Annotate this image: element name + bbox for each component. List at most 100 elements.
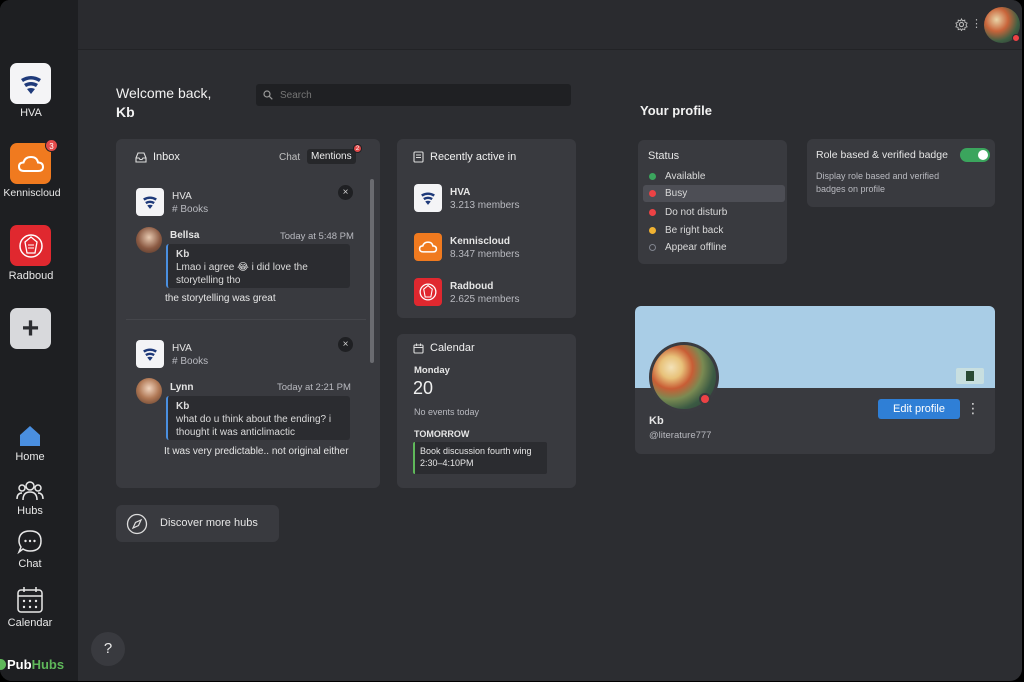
status-label: Available — [665, 171, 706, 182]
quoted-text: what do u think about the ending? i thou… — [176, 414, 332, 438]
help-button[interactable]: ? — [91, 632, 125, 666]
status-option-brb[interactable]: Be right back — [643, 222, 785, 239]
discover-label: Discover more hubs — [160, 517, 258, 529]
mentions-badge: 2 — [353, 144, 362, 153]
reply-text: the storytelling was great — [165, 293, 276, 304]
nav-hubs[interactable]: Hubs — [0, 478, 60, 517]
event-time: 2:30–4:10PM — [420, 458, 474, 468]
status-option-dnd[interactable]: Do not disturb — [643, 204, 785, 221]
kenniscloud-badge: 3 — [45, 139, 58, 152]
banner-edit-icon[interactable] — [956, 368, 984, 384]
status-card: Status Available Busy Do not disturb Be … — [638, 140, 787, 264]
recent-hub-members: 8.347 members — [450, 249, 520, 260]
hub-radboud-button[interactable] — [10, 225, 51, 266]
recent-hub-radboud-logo[interactable] — [414, 278, 442, 306]
nav-home-label: Home — [15, 451, 45, 463]
tab-mentions[interactable]: Mentions — [307, 149, 356, 164]
inbox-header: Inbox — [135, 151, 180, 163]
search-input[interactable] — [280, 88, 560, 102]
recent-hub-hva-logo[interactable] — [414, 184, 442, 212]
user-avatar[interactable] — [984, 7, 1020, 43]
thread-hub-logo — [136, 340, 164, 368]
more-options-icon[interactable]: ⋮ — [971, 17, 982, 30]
search-icon — [263, 90, 273, 100]
quoted-message: Kb what do u think about the ending? i t… — [166, 396, 350, 440]
status-dot-busy — [649, 189, 656, 197]
thread-header: HVA # Books — [172, 190, 208, 216]
thread-room-name: # Books — [172, 204, 209, 215]
close-thread-button[interactable]: × — [338, 185, 353, 200]
message-author: Lynn — [170, 382, 194, 393]
nav-hubs-label: Hubs — [17, 505, 43, 517]
gear-icon[interactable] — [955, 18, 968, 31]
recent-hub-item[interactable]: Radboud 2.625 members — [450, 280, 519, 306]
thread-header: HVA # Books — [172, 342, 208, 368]
status-title: Status — [648, 150, 680, 162]
hub-hva-label: HVA — [20, 107, 42, 119]
calendar-day: Monday — [414, 365, 450, 376]
avatar — [136, 378, 162, 404]
edit-profile-button[interactable]: Edit profile — [878, 399, 960, 419]
recent-hub-kenniscloud-logo[interactable] — [414, 233, 442, 261]
profile-card: Kb @literature777 Edit profile ⋮ — [635, 306, 995, 454]
welcome-line: Welcome back, — [116, 85, 212, 101]
hva-logo-icon — [143, 348, 157, 361]
recent-hub-members: 3.213 members — [450, 200, 520, 211]
welcome-heading: Welcome back, Kb — [116, 84, 211, 122]
brand-prefix: Pub — [7, 657, 32, 672]
cloud-icon — [418, 241, 438, 253]
recent-hub-item[interactable]: HVA 3.213 members — [450, 186, 519, 212]
recent-hub-item[interactable]: Kenniscloud 8.347 members — [450, 235, 519, 261]
status-option-offline[interactable]: Appear offline — [643, 239, 785, 256]
status-option-busy[interactable]: Busy — [643, 185, 785, 202]
radboud-seal-icon — [419, 283, 437, 301]
profile-more-icon[interactable]: ⋮ — [966, 400, 980, 417]
inbox-card: Inbox Chat Mentions 2 HVA # Books × Bell… — [116, 139, 380, 488]
thread-room-name: # Books — [172, 356, 209, 367]
calendar-header: Calendar — [413, 342, 475, 354]
close-thread-button[interactable]: × — [338, 337, 353, 352]
top-bar: ⋮ — [78, 0, 1022, 50]
thread-hub-name: HVA — [172, 191, 192, 202]
recent-header: Recently active in — [413, 151, 516, 163]
status-dot-brb — [649, 226, 656, 234]
reply-text: It was very predictable.. not original e… — [164, 446, 349, 457]
calendar-title: Calendar — [430, 342, 475, 354]
badge-setting-description: Display role based and verified badges o… — [816, 171, 940, 194]
inbox-scrollbar[interactable] — [370, 179, 374, 363]
message-time: Today at 2:21 PM — [277, 382, 351, 393]
status-option-available[interactable]: Available — [643, 168, 785, 185]
badge-setting-card: Role based & verified badge Display role… — [807, 139, 995, 207]
quoted-message: Kb Lmao i agree 😂 i did love the storyte… — [166, 244, 350, 288]
profile-name: Kb — [649, 415, 664, 427]
hub-hva-button[interactable] — [10, 63, 51, 104]
nav-home[interactable]: Home — [0, 424, 60, 463]
avatar — [136, 227, 162, 253]
calendar-icon — [413, 343, 424, 354]
badge-setting-title: Role based & verified badge — [816, 149, 948, 161]
add-hub-button[interactable]: + — [10, 308, 51, 349]
badge-toggle[interactable] — [960, 148, 990, 162]
cloud-icon — [17, 155, 44, 172]
recent-hub-name: Radboud — [450, 281, 494, 292]
busy-status-dot — [1012, 34, 1020, 42]
tab-chat[interactable]: Chat — [279, 152, 300, 163]
toggle-knob — [978, 150, 988, 160]
discover-hubs-button[interactable]: Discover more hubs — [116, 505, 279, 542]
recently-active-card: Recently active in HVA 3.213 members Ken… — [397, 139, 576, 318]
calendar-event[interactable]: Book discussion fourth wing 2:30–4:10PM — [413, 442, 547, 474]
nav-chat[interactable]: Chat — [0, 529, 60, 570]
search-bar[interactable] — [256, 84, 571, 106]
nav-calendar[interactable]: Calendar — [0, 586, 60, 629]
radboud-seal-icon — [18, 233, 43, 258]
thread-hub-name: HVA — [172, 343, 192, 354]
recent-hub-name: HVA — [450, 187, 471, 198]
hub-kenniscloud-button[interactable] — [10, 143, 51, 184]
pubhubs-logo: Pub Hubs — [0, 657, 64, 672]
status-label: Busy — [665, 188, 688, 199]
status-label: Do not disturb — [665, 207, 728, 218]
app-window: HVA 3 Kenniscloud Radboud + Home Hubs Ch… — [0, 0, 1022, 681]
calendar-icon — [17, 587, 43, 613]
status-dot-available — [649, 172, 656, 180]
status-label: Be right back — [665, 225, 724, 236]
